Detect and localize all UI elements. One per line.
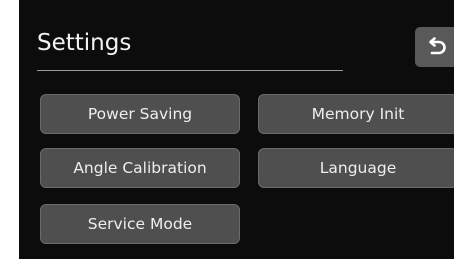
device-frame: Settings Power Saving Memory Init Angle … — [0, 0, 454, 259]
service-mode-button[interactable]: Service Mode — [40, 204, 240, 244]
title-divider — [37, 70, 343, 71]
settings-screen: Settings Power Saving Memory Init Angle … — [19, 0, 454, 259]
memory-init-button[interactable]: Memory Init — [258, 94, 454, 134]
page-title: Settings — [37, 30, 132, 56]
undo-arrow-icon — [426, 37, 448, 57]
power-saving-button[interactable]: Power Saving — [40, 94, 240, 134]
angle-calibration-button[interactable]: Angle Calibration — [40, 148, 240, 188]
back-button[interactable] — [415, 27, 454, 67]
language-button[interactable]: Language — [258, 148, 454, 188]
